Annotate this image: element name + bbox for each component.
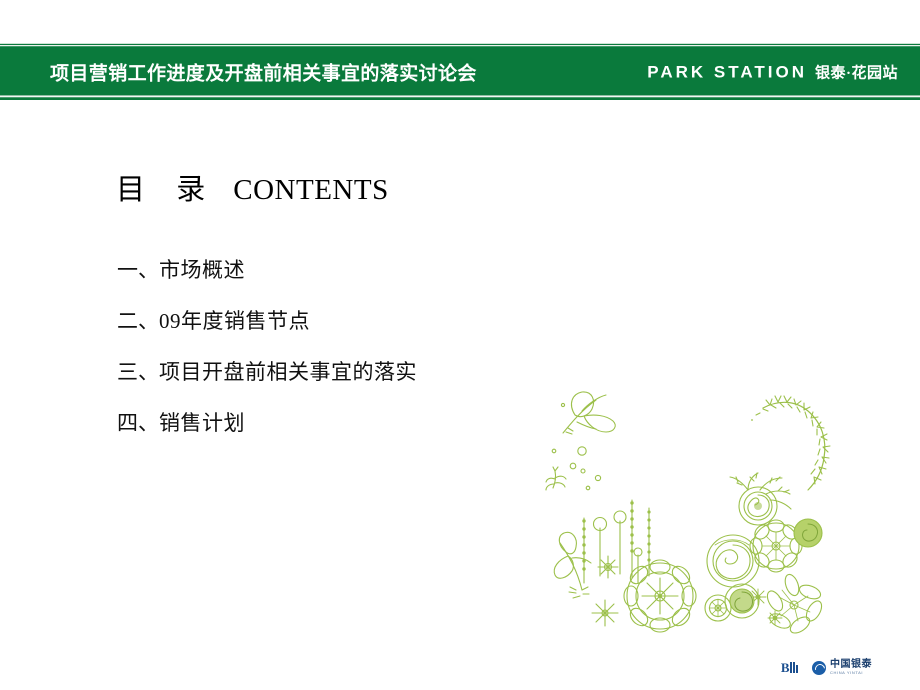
list-item[interactable]: 四、销售计划 xyxy=(117,413,637,434)
rose-large xyxy=(706,534,760,588)
dragonfly-lower-icon xyxy=(553,531,592,599)
yintai-name-chinese: 中国银泰 xyxy=(830,659,872,670)
list-item-label: 销售计划 xyxy=(159,411,245,435)
header-stripe-top xyxy=(0,43,920,48)
yintai-swirl-icon xyxy=(812,660,826,675)
list-item[interactable]: 一、市场概述 xyxy=(117,260,637,281)
rosette-top xyxy=(729,472,792,526)
contents-heading-english: CONTENTS xyxy=(233,174,389,206)
list-item-label: 市场概述 xyxy=(159,258,245,282)
starburst-flower-left xyxy=(591,599,619,627)
sprig-small-icon xyxy=(545,466,567,491)
list-item-number: 三、 xyxy=(117,360,159,384)
header-stripe-bottom xyxy=(0,94,920,100)
contents-heading-chinese: 目 录 xyxy=(116,174,218,206)
brand-name-english: PARK STATION xyxy=(647,62,807,81)
table-of-contents-list: 一、市场概述 二、09年度销售节点 三、项目开盘前相关事宜的落实 四、销售计划 xyxy=(117,260,637,464)
asterisk-sparkles xyxy=(749,588,783,626)
slide-canvas: 项目营销工作进度及开盘前相关事宜的落实讨论会 PARK STATION 银泰·花… xyxy=(0,0,920,690)
list-item-number: 二、 xyxy=(117,309,159,333)
beaded-stems xyxy=(582,499,651,584)
bii-logo: B xyxy=(781,661,798,674)
list-item[interactable]: 三、项目开盘前相关事宜的落实 xyxy=(117,362,637,383)
china-yintai-logo: 中国银泰 CHINA YINTAI xyxy=(812,660,872,675)
small-flower-mid xyxy=(597,555,619,579)
gear-flower-small xyxy=(704,594,732,622)
list-item-number: 四、 xyxy=(117,411,159,435)
bii-logo-bars-icon xyxy=(790,662,798,673)
contents-heading: 目 录 CONTENTS xyxy=(116,166,389,208)
footer-logo-group: B 中国银泰 CHINA YINTAI xyxy=(781,660,872,675)
list-item-label: 项目开盘前相关事宜的落实 xyxy=(159,360,417,384)
mandala-flower-large xyxy=(623,559,697,633)
page-title: 项目营销工作进度及开盘前相关事宜的落实讨论会 xyxy=(50,63,477,84)
bii-logo-letter: B xyxy=(780,660,790,675)
header-band: 项目营销工作进度及开盘前相关事宜的落实讨论会 PARK STATION 银泰·花… xyxy=(0,43,920,100)
curving-vine xyxy=(751,395,831,491)
brand-name-chinese: 银泰·花园站 xyxy=(814,65,898,81)
rosette-lower-filled xyxy=(724,583,760,619)
yintai-wordmark: 中国银泰 CHINA YINTAI xyxy=(830,660,872,675)
list-item-number: 一、 xyxy=(117,258,159,282)
daisy-flower xyxy=(766,573,823,634)
yintai-name-english: CHINA YINTAI xyxy=(830,670,864,675)
rosette-accent-filled xyxy=(793,518,823,548)
outline-flower-mid xyxy=(749,519,803,573)
list-item-label: 09年度销售节点 xyxy=(159,309,310,333)
list-item[interactable]: 二、09年度销售节点 xyxy=(117,311,637,332)
brand-lockup: PARK STATION 银泰·花园站 xyxy=(647,61,898,82)
